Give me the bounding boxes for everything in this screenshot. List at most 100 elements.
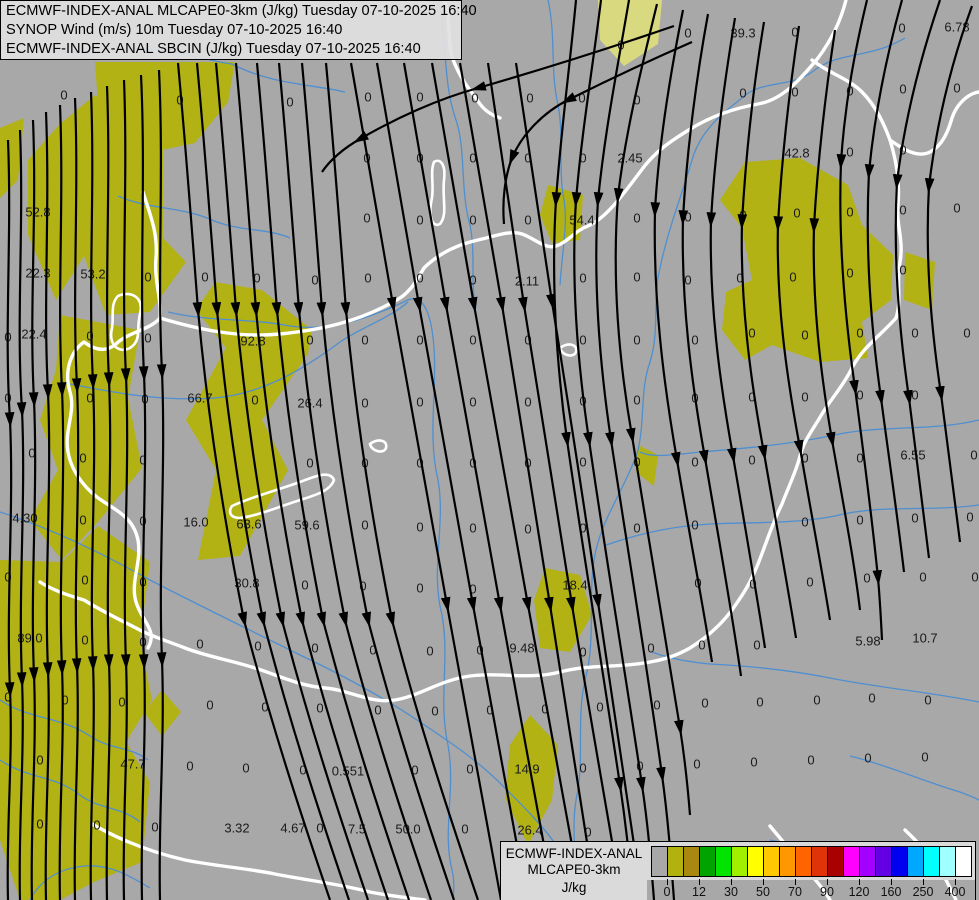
- station-value-zero: 0: [633, 211, 640, 226]
- station-value-zero: 0: [81, 633, 88, 648]
- station-value-zero: 0: [633, 333, 640, 348]
- legend-color-swatch: [876, 846, 892, 877]
- station-value: 6.55: [900, 448, 925, 463]
- legend-color-swatch: [764, 846, 780, 877]
- station-value: 54.4: [569, 213, 594, 228]
- station-value-zero: 0: [911, 388, 918, 403]
- legend-color-swatch: [860, 846, 876, 877]
- legend-color-swatch: [908, 846, 924, 877]
- station-value-zero: 0: [361, 333, 368, 348]
- station-value-zero: 0: [899, 82, 906, 97]
- station-value-zero: 0: [579, 333, 586, 348]
- station-value-zero: 0: [846, 145, 853, 160]
- station-value-zero: 0: [144, 331, 151, 346]
- station-value-zero: 0: [701, 696, 708, 711]
- station-value-zero: 0: [186, 759, 193, 774]
- title-line-sbcin: ECMWF-INDEX-ANAL SBCIN (J/kg) Tuesday 07…: [6, 41, 421, 57]
- station-value: 14.9: [514, 762, 539, 777]
- legend-swatch-row: [651, 846, 972, 877]
- station-value-zero: 0: [750, 755, 757, 770]
- station-value-zero: 0: [698, 638, 705, 653]
- station-value-zero: 0: [469, 213, 476, 228]
- legend-tick-label: 250: [912, 885, 934, 899]
- station-value: 22.4: [21, 327, 46, 342]
- station-value-zero: 0: [801, 390, 808, 405]
- station-value: 26.4: [517, 823, 542, 838]
- station-value-zero: 0: [79, 451, 86, 466]
- legend-color-swatch: [828, 846, 844, 877]
- legend-tick-label: 90: [820, 885, 834, 899]
- station-value-zero: 0: [466, 762, 473, 777]
- station-value-zero: 0: [524, 213, 531, 228]
- station-value-zero: 0: [36, 817, 43, 832]
- station-value-zero: 0: [748, 453, 755, 468]
- station-value-zero: 0: [416, 581, 423, 596]
- legend-tick-label: 50: [756, 885, 770, 899]
- station-value-zero: 0: [753, 638, 760, 653]
- station-value-zero: 0: [471, 91, 478, 106]
- station-value-zero: 0: [684, 26, 691, 41]
- legend-color-swatch: [684, 846, 700, 877]
- station-value-zero: 0: [691, 518, 698, 533]
- station-value-zero: 0: [806, 575, 813, 590]
- station-value-zero: 0: [789, 270, 796, 285]
- legend-color-swatch: [651, 846, 668, 877]
- station-value-zero: 0: [242, 761, 249, 776]
- station-value-zero: 0: [254, 639, 261, 654]
- station-value-zero: 0: [79, 513, 86, 528]
- station-value-zero: 0: [684, 210, 691, 225]
- legend-tick-label: 70: [788, 885, 802, 899]
- legend-tick-label: 120: [848, 885, 870, 899]
- legend-tick-label: 0: [663, 885, 671, 899]
- station-value-zero: 0: [286, 95, 293, 110]
- station-value-zero: 0: [911, 326, 918, 341]
- station-value-zero: 0: [251, 393, 258, 408]
- station-value-zero: 0: [899, 203, 906, 218]
- station-value-zero: 0: [469, 333, 476, 348]
- station-value-zero: 0: [856, 513, 863, 528]
- station-value-zero: 0: [364, 90, 371, 105]
- legend-tick-label: 12: [692, 885, 706, 899]
- station-value-zero: 0: [316, 701, 323, 716]
- station-value-zero: 0: [596, 700, 603, 715]
- legend-tick-label: 400: [944, 885, 966, 899]
- station-value: 9.48: [509, 641, 534, 656]
- station-value-zero: 0: [693, 757, 700, 772]
- weather-map: 52.822.3 53.222.4 92.866.7 26.44.30 16.0 63.6…: [0, 0, 979, 900]
- legend-color-swatch: [732, 846, 748, 877]
- legend-color-swatch: [812, 846, 828, 877]
- station-value-zero: 0: [691, 333, 698, 348]
- station-value-zero: 0: [206, 698, 213, 713]
- station-value-zero: 0: [966, 510, 973, 525]
- station-value-zero: 0: [524, 522, 531, 537]
- color-scale-legend: ECMWF-INDEX-ANAL MLCAPE0-3km J/kg 0 12 30 5…: [500, 841, 976, 900]
- station-value-zero: 0: [579, 455, 586, 470]
- station-value-zero: 0: [791, 85, 798, 100]
- legend-color-swatch: [924, 846, 940, 877]
- station-value-zero: 0: [60, 88, 67, 103]
- station-value-zero: 0: [921, 750, 928, 765]
- station-value: 16.0: [183, 515, 208, 530]
- station-value-zero: 0: [963, 326, 970, 341]
- station-value: 53.2: [80, 267, 105, 282]
- station-value-zero: 0: [364, 271, 371, 286]
- legend-color-swatch: [940, 846, 956, 877]
- station-value-zero: 0: [469, 395, 476, 410]
- station-value-zero: 0: [306, 456, 313, 471]
- station-value-zero: 0: [579, 761, 586, 776]
- map-title-box: ECMWF-INDEX-ANAL MLCAPE0-3km (J/kg) Tues…: [0, 0, 477, 60]
- station-value-zero: 0: [911, 511, 918, 526]
- legend-text-panel: ECMWF-INDEX-ANAL MLCAPE0-3km J/kg: [501, 842, 647, 900]
- station-value-zero: 0: [898, 21, 905, 36]
- station-value: 18.4: [562, 578, 587, 593]
- station-value-zero: 0: [416, 213, 423, 228]
- station-value-zero: 0: [416, 520, 423, 535]
- title-line-synop-wind: SYNOP Wind (m/s) 10m Tuesday 07-10-2025 …: [6, 22, 343, 38]
- station-value-zero: 0: [374, 703, 381, 718]
- station-value-zero: 0: [813, 693, 820, 708]
- legend-color-swatch: [844, 846, 860, 877]
- legend-color-swatch: [748, 846, 764, 877]
- station-value: 47.7: [120, 757, 145, 772]
- station-value-zero: 0: [856, 326, 863, 341]
- station-value: 3.32: [224, 821, 249, 836]
